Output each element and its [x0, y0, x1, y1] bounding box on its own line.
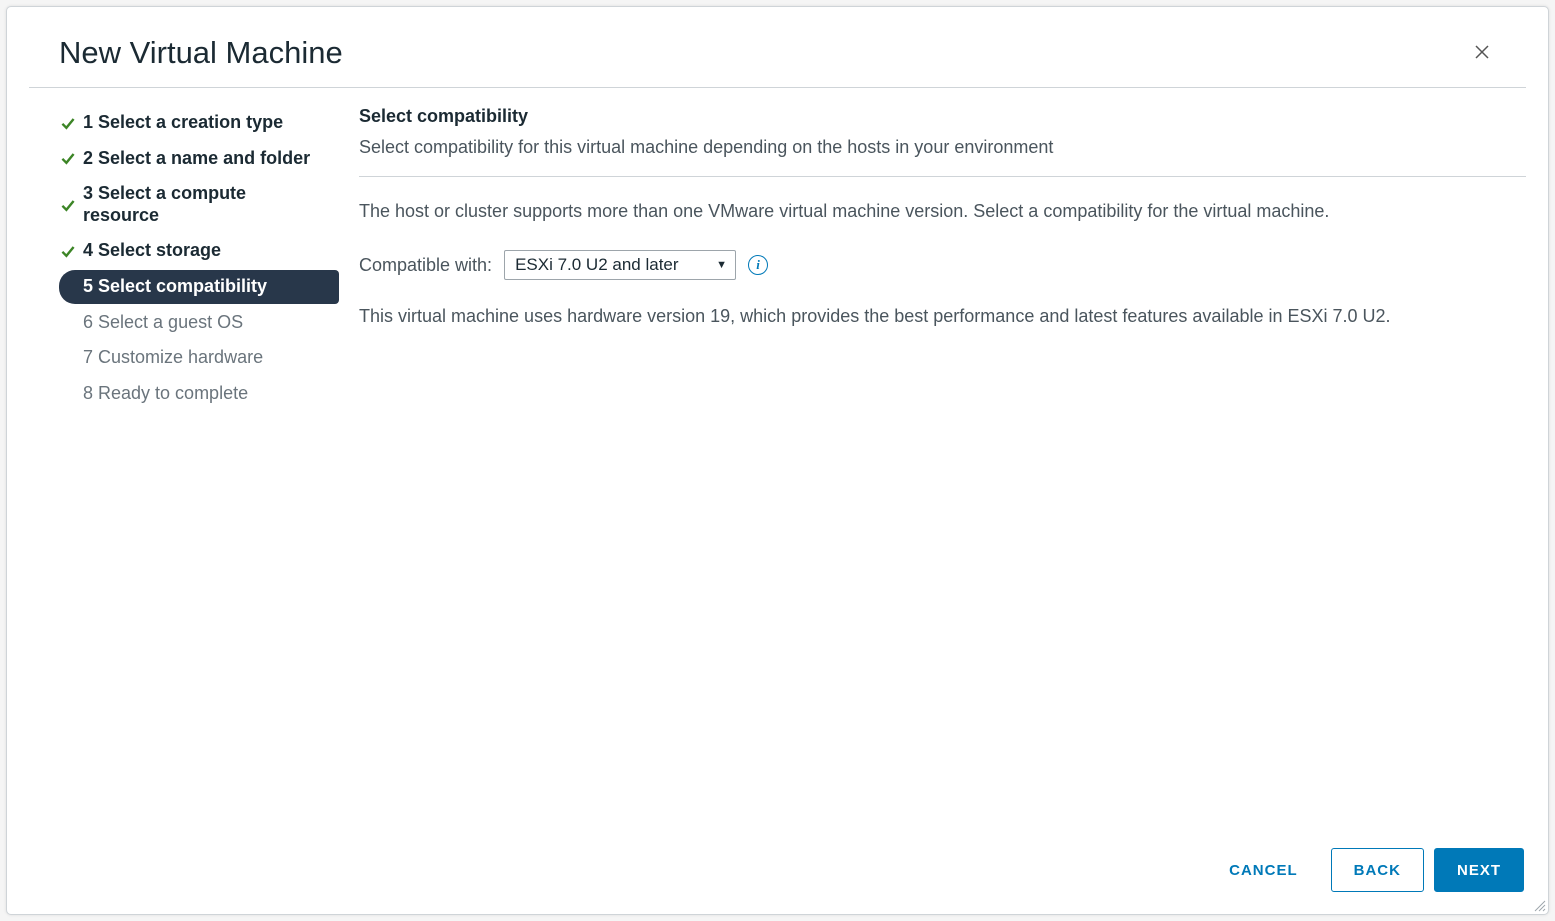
new-vm-wizard-dialog: New Virtual Machine 1 Select a creation … [6, 6, 1549, 915]
dialog-header: New Virtual Machine [29, 7, 1526, 88]
step-storage[interactable]: 4 Select storage [59, 234, 339, 268]
step-label: 1 Select a creation type [83, 112, 283, 134]
cancel-button[interactable]: CANCEL [1206, 848, 1321, 892]
check-icon [59, 197, 77, 213]
content-description-1: The host or cluster supports more than o… [359, 195, 1526, 228]
step-label: 4 Select storage [83, 240, 221, 262]
compatibility-row: Compatible with: ESXi 7.0 U2 and later ▼… [359, 250, 1526, 280]
step-ready-complete[interactable]: 8 Ready to complete [59, 377, 339, 411]
step-label: 2 Select a name and folder [83, 148, 310, 170]
content-description-2: This virtual machine uses hardware versi… [359, 300, 1526, 333]
compatible-with-select[interactable]: ESXi 7.0 U2 and later ▼ [504, 250, 736, 280]
wizard-content: Select compatibility Select compatibilit… [339, 88, 1526, 830]
check-icon [59, 115, 77, 131]
info-icon[interactable]: i [748, 255, 768, 275]
dialog-footer: CANCEL BACK NEXT [7, 830, 1548, 914]
step-guest-os[interactable]: 6 Select a guest OS [59, 306, 339, 340]
content-heading: Select compatibility [359, 106, 1526, 127]
step-label: 3 Select a compute resource [83, 183, 325, 226]
content-subheading: Select compatibility for this virtual ma… [359, 133, 1526, 162]
check-icon [59, 243, 77, 259]
compatible-with-label: Compatible with: [359, 255, 492, 276]
wizard-steps-sidebar: 1 Select a creation type 2 Select a name… [29, 88, 339, 830]
step-customize-hardware[interactable]: 7 Customize hardware [59, 341, 339, 375]
next-button[interactable]: NEXT [1434, 848, 1524, 892]
step-label: 6 Select a guest OS [83, 312, 243, 334]
select-value: ESXi 7.0 U2 and later [515, 255, 678, 275]
back-button[interactable]: BACK [1331, 848, 1424, 892]
close-icon [1474, 44, 1490, 60]
close-button[interactable] [1468, 38, 1496, 68]
step-label: 8 Ready to complete [83, 383, 248, 405]
step-compute-resource[interactable]: 3 Select a compute resource [59, 177, 339, 232]
step-creation-type[interactable]: 1 Select a creation type [59, 106, 339, 140]
resize-handle-icon [1532, 898, 1546, 912]
step-name-folder[interactable]: 2 Select a name and folder [59, 142, 339, 176]
chevron-down-icon: ▼ [716, 259, 727, 271]
check-icon [59, 150, 77, 166]
step-label: 5 Select compatibility [83, 276, 267, 298]
step-label: 7 Customize hardware [83, 347, 263, 369]
step-compatibility[interactable]: 5 Select compatibility [59, 270, 339, 304]
dialog-body: 1 Select a creation type 2 Select a name… [7, 88, 1548, 830]
dialog-title: New Virtual Machine [59, 35, 343, 71]
section-header: Select compatibility Select compatibilit… [359, 106, 1526, 177]
